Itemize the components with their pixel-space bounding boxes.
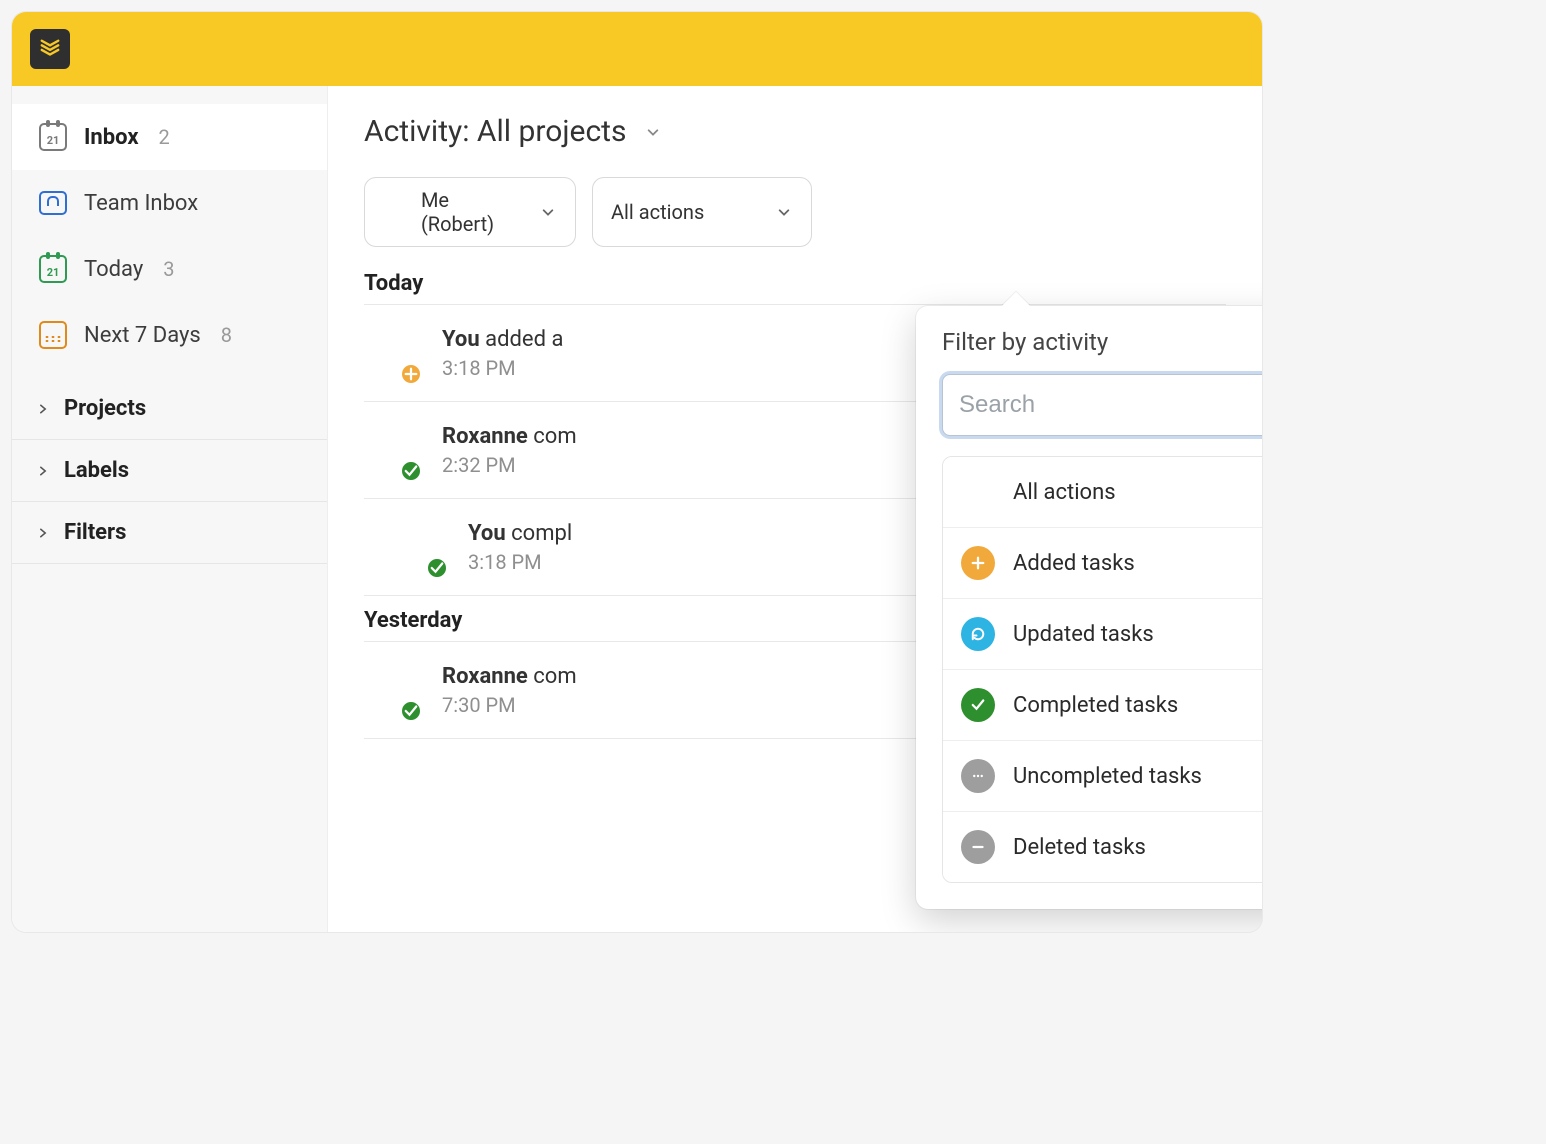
- filters-row: Me (Robert) All actions: [364, 177, 1226, 247]
- plus-badge-icon: [400, 363, 422, 385]
- app-window: 21 Inbox 2 Team Inbox 21 Today 3: [12, 12, 1262, 932]
- option-label: Deleted tasks: [1013, 835, 1146, 860]
- chevron-right-icon: [34, 524, 52, 542]
- dots-icon: [961, 759, 995, 793]
- filter-person[interactable]: Me (Robert): [364, 177, 576, 247]
- chevron-down-icon: [539, 203, 557, 221]
- sidebar-section-projects[interactable]: Projects: [12, 378, 327, 440]
- sidebar-section-label: Projects: [64, 396, 146, 421]
- sidebar-item-count: 2: [159, 125, 170, 149]
- check-badge-icon: [400, 460, 422, 482]
- avatar: [364, 424, 420, 480]
- filter-person-label: Me (Robert): [421, 188, 527, 236]
- sidebar-section-label: Labels: [64, 458, 129, 483]
- activity-filter-option[interactable]: Completed tasks: [943, 669, 1262, 740]
- tray-icon: [38, 188, 68, 218]
- activity-text: You added a: [442, 327, 563, 352]
- sidebar-item-label: Next 7 Days: [84, 323, 201, 348]
- sidebar-item-today[interactable]: 21 Today 3: [12, 236, 327, 302]
- blank-icon: [961, 475, 995, 509]
- activity-text: You compl: [468, 521, 572, 546]
- activity-text: Roxanne com: [442, 664, 577, 689]
- topbar: [12, 12, 1262, 86]
- sidebar-item-count: 3: [163, 257, 174, 281]
- avatar: [390, 521, 446, 577]
- sidebar-item-label: Team Inbox: [84, 191, 198, 216]
- sidebar-section-labels[interactable]: Labels: [12, 440, 327, 502]
- page-header[interactable]: Activity: All projects: [364, 114, 1226, 149]
- sidebar-item-count: 8: [221, 323, 232, 347]
- option-label: Completed tasks: [1013, 693, 1178, 718]
- calendar-week-icon: [38, 320, 68, 350]
- activity-filter-option[interactable]: Updated tasks: [943, 598, 1262, 669]
- activity-time: 2:32 PM: [442, 453, 577, 477]
- sidebar-item-label: Today: [84, 257, 143, 282]
- chevron-right-icon: [34, 462, 52, 480]
- activity-text: Roxanne com: [442, 424, 577, 449]
- option-label: All actions: [1013, 480, 1116, 505]
- calendar-today-icon: 21: [38, 254, 68, 284]
- check-icon: [961, 688, 995, 722]
- activity-filter-search-input[interactable]: [942, 374, 1262, 436]
- chevron-down-icon: [775, 203, 793, 221]
- activity-filter-option[interactable]: Uncompleted tasks: [943, 740, 1262, 811]
- check-badge-icon: [426, 557, 448, 579]
- activity-filter-options: All actions Added tasks Updated tasks Compl…: [942, 456, 1262, 883]
- sidebar-section-filters[interactable]: Filters: [12, 502, 327, 564]
- refresh-icon: [961, 617, 995, 651]
- app-logo[interactable]: [30, 29, 70, 69]
- popover-title: Filter by activity: [942, 328, 1108, 356]
- activity-time: 3:18 PM: [468, 550, 572, 574]
- option-label: Added tasks: [1013, 551, 1135, 576]
- calendar-icon: 21: [38, 122, 68, 152]
- sidebar-section-label: Filters: [64, 520, 126, 545]
- activity-time: 7:30 PM: [442, 693, 577, 717]
- plus-icon: [961, 546, 995, 580]
- avatar: [383, 198, 411, 226]
- activity-time: 3:18 PM: [442, 356, 563, 380]
- filter-action[interactable]: All actions: [592, 177, 812, 247]
- minus-icon: [961, 830, 995, 864]
- sidebar-item-inbox[interactable]: 21 Inbox 2: [12, 104, 327, 170]
- check-badge-icon: [400, 700, 422, 722]
- sidebar-item-label: Inbox: [84, 125, 139, 150]
- main-content: Activity: All projects Me (Robert) A: [328, 86, 1262, 932]
- activity-filter-popover: Filter by activity All actions Added task…: [916, 306, 1262, 909]
- activity-filter-option[interactable]: Added tasks: [943, 527, 1262, 598]
- activity-filter-option[interactable]: Deleted tasks: [943, 811, 1262, 882]
- logo-icon: [39, 38, 61, 60]
- avatar: [364, 327, 420, 383]
- sidebar: 21 Inbox 2 Team Inbox 21 Today 3: [12, 86, 328, 932]
- page-title: Activity: All projects: [364, 114, 626, 149]
- chevron-down-icon: [644, 123, 662, 141]
- option-label: Updated tasks: [1013, 622, 1154, 647]
- activity-filter-option[interactable]: All actions: [943, 457, 1262, 527]
- avatar: [364, 664, 420, 720]
- activity-group-heading: Today: [364, 271, 1226, 296]
- filter-action-label: All actions: [611, 200, 704, 224]
- sidebar-item-next7days[interactable]: Next 7 Days 8: [12, 302, 327, 368]
- option-label: Uncompleted tasks: [1013, 764, 1202, 789]
- chevron-right-icon: [34, 400, 52, 418]
- sidebar-item-team-inbox[interactable]: Team Inbox: [12, 170, 327, 236]
